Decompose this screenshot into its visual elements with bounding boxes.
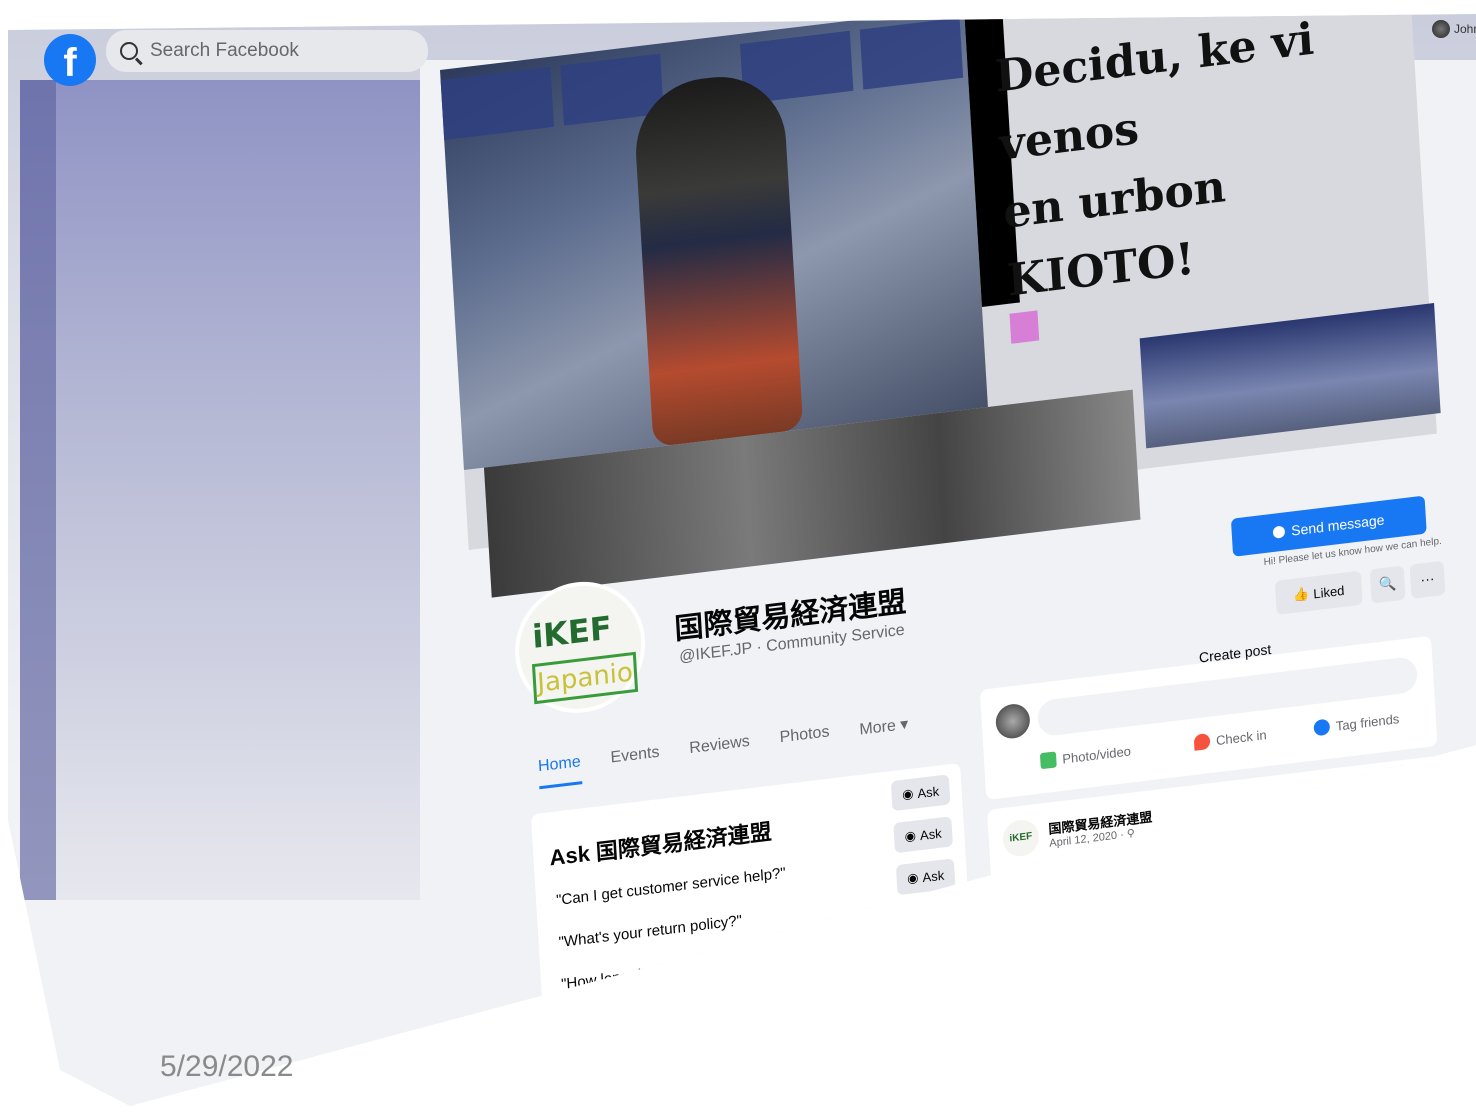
location-pin-icon (1193, 732, 1211, 751)
thumbs-up-icon: 👍 (1292, 585, 1310, 603)
profile-picture[interactable]: iKEF Japanio (511, 574, 649, 721)
ask-label: Ask (922, 867, 945, 885)
pink-square (1009, 310, 1040, 344)
ask-question-1[interactable]: "Can I get customer service help?" (556, 864, 786, 909)
avatar (994, 702, 1031, 741)
send-message-label: Send message (1290, 511, 1385, 539)
user-name: John (1454, 22, 1476, 36)
search-placeholder: Search Facebook (150, 40, 299, 61)
ask-button-2[interactable]: ◉ Ask (893, 816, 953, 854)
tag-friends-button[interactable]: Tag friends (1313, 710, 1400, 737)
messenger-icon (1272, 525, 1286, 539)
check-in-label: Check in (1215, 726, 1267, 748)
ask-label: Ask (917, 783, 940, 801)
liked-label: Liked (1312, 582, 1345, 601)
check-in-button[interactable]: Check in (1193, 726, 1267, 751)
liked-button[interactable]: 👍 Liked (1274, 570, 1363, 615)
ask-title: Ask 国際貿易経済連盟 (548, 818, 773, 871)
slide-date: 5/29/2022 (160, 1050, 294, 1083)
tab-reviews[interactable]: Reviews (689, 733, 751, 771)
ask-question-2[interactable]: "What's your return policy?" (558, 912, 742, 951)
slide: f Search Facebook ⌂ ▷9+ ▤3 ◉ ⊡ John Deci… (0, 0, 1476, 1114)
tab-photos[interactable]: Photos (779, 723, 831, 760)
create-post-title: Create post (1198, 640, 1272, 666)
airport-photo (440, 14, 988, 470)
tag-friends-label: Tag friends (1335, 710, 1400, 734)
logo-text: iKEF (531, 608, 613, 657)
page-content: Decidu, ke vi venos en urbon KIOTO! iKEF… (440, 14, 1476, 1070)
search-icon (120, 42, 138, 60)
ask-label: Ask (919, 825, 943, 843)
left-sidebar (20, 80, 420, 900)
departure-board-photo (1139, 303, 1441, 449)
cover-text: Decidu, ke vi venos en urbon KIOTO! (993, 14, 1426, 316)
messenger-icon: ◉ (906, 869, 919, 887)
facebook-logo-icon[interactable]: f (44, 34, 96, 86)
photo-icon (1039, 751, 1057, 770)
photo-video-label: Photo/video (1061, 742, 1132, 767)
page-more-button[interactable]: ··· (1409, 560, 1446, 599)
ask-card: Ask 国際貿易経済連盟 "Can I get customer service… (530, 762, 973, 1015)
post-avatar: iKEF (1001, 818, 1040, 859)
page-search-button[interactable]: 🔍 (1369, 565, 1406, 604)
cover-photo: Decidu, ke vi venos en urbon KIOTO! (440, 14, 1441, 598)
ask-button-1[interactable]: ◉ Ask (890, 774, 951, 812)
tab-home[interactable]: Home (537, 753, 583, 790)
tab-more[interactable]: More ▾ (859, 714, 910, 751)
search-icon: 🔍 (1378, 574, 1397, 593)
photo-video-button[interactable]: Photo/video (1039, 742, 1132, 770)
logo-subtext: Japanio (531, 651, 639, 705)
tag-friends-icon (1313, 718, 1331, 737)
messenger-icon: ◉ (904, 827, 917, 845)
more-icon: ··· (1420, 569, 1435, 588)
tab-events[interactable]: Events (610, 744, 661, 781)
messenger-icon: ◉ (901, 785, 914, 803)
search-input[interactable]: Search Facebook (106, 30, 428, 72)
